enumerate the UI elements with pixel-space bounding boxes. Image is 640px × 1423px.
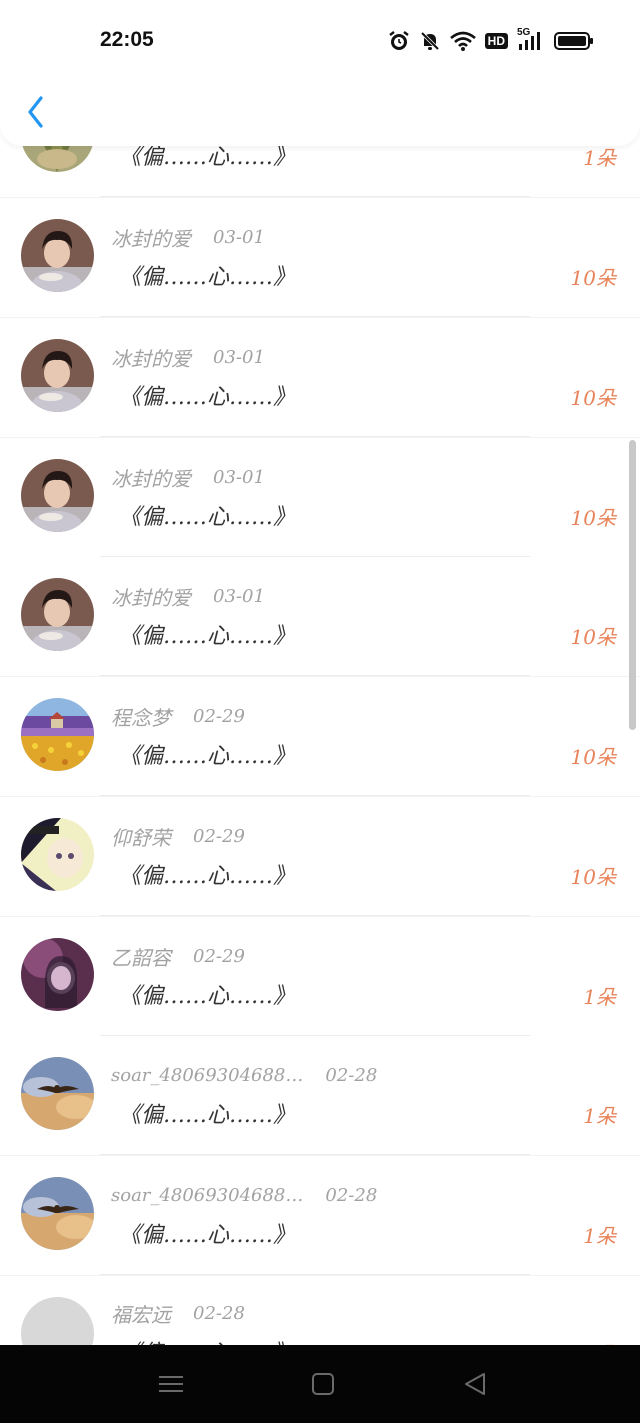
item-meta: 仰舒荣 02-29 — [111, 821, 245, 851]
sender-name: 仰舒荣 — [111, 825, 171, 850]
item-meta: 冰封的爱 03-01 — [111, 342, 265, 372]
divider — [100, 1274, 530, 1275]
gift-message: 《偏……心……》 — [119, 385, 296, 410]
list-item[interactable]: 乙韶容 02-29 《偏……心……》 1朵 — [0, 917, 640, 1036]
avatar[interactable] — [21, 818, 94, 891]
avatar[interactable] — [21, 578, 94, 651]
list-item[interactable]: 冰封的爱 03-01 《偏……心……》 10朵 — [0, 557, 640, 676]
gift-message: 《偏……心……》 — [119, 1335, 295, 1345]
gift-date: 02-29 — [193, 825, 245, 847]
gift-message: 《偏……心……》 — [119, 984, 296, 1009]
menu-button[interactable] — [156, 1369, 186, 1399]
sender-name: 福宏远 — [111, 1302, 171, 1327]
gift-date: 03-01 — [213, 346, 265, 368]
back-button[interactable] — [22, 94, 52, 130]
gift-message: 《偏……心……》 — [119, 505, 296, 530]
flower-count: 1朵 — [583, 985, 616, 1009]
gift-message: 《偏……心……》 — [119, 744, 296, 769]
back-triangle-icon — [465, 1373, 485, 1395]
gift-message: 《偏……心……》 — [119, 1103, 296, 1128]
list-item[interactable]: 冰封的爱 03-01 《偏……心……》 10朵 — [0, 198, 640, 317]
avatar[interactable] — [21, 698, 94, 771]
item-meta: 福宏远 02-28 — [111, 1298, 245, 1328]
sender-name: 冰封的爱 — [111, 226, 191, 251]
flower-gift-list[interactable]: 《偏……心……》 1朵 冰封的爱 03-01 《偏……心……》 10朵 冰封的爱… — [0, 0, 640, 1345]
alarm-icon — [388, 30, 410, 52]
gift-message: 《偏……心……》 — [119, 265, 296, 290]
divider — [100, 1154, 530, 1155]
flower-count: 10朵 — [570, 745, 616, 769]
system-back-button[interactable] — [460, 1369, 490, 1399]
flower-count: 10朵 — [570, 386, 616, 410]
divider — [100, 795, 530, 796]
divider — [100, 196, 530, 197]
avatar[interactable] — [21, 1057, 94, 1130]
list-item[interactable]: 冰封的爱 03-01 《偏……心……》 10朵 — [0, 318, 640, 437]
avatar[interactable] — [21, 1297, 94, 1345]
flower-count: 10朵 — [570, 865, 616, 889]
gift-date: 03-01 — [213, 466, 265, 488]
divider — [100, 316, 530, 317]
item-meta: 冰封的爱 03-01 — [111, 222, 265, 252]
flower-count: 10朵 — [570, 266, 616, 290]
sender-name: 乙韶容 — [111, 945, 171, 970]
sender-name: 冰封的爱 — [111, 346, 191, 371]
item-meta: soar_48069304688… 02-28 — [111, 1180, 377, 1210]
avatar[interactable] — [21, 1177, 94, 1250]
item-meta: 冰封的爱 03-01 — [111, 581, 265, 611]
flower-count: 1朵 — [583, 1104, 616, 1128]
flower-count: 1朵 — [583, 1338, 616, 1345]
divider — [100, 436, 530, 437]
list-item[interactable]: 冰封的爱 03-01 《偏……心……》 10朵 — [0, 438, 640, 557]
list-item[interactable]: soar_48069304688… 02-28 《偏……心……》 1朵 — [0, 1156, 640, 1275]
avatar[interactable] — [21, 938, 94, 1011]
flower-count: 10朵 — [570, 625, 616, 649]
gift-date: 02-28 — [325, 1184, 378, 1206]
avatar[interactable] — [21, 459, 94, 532]
gift-date: 02-28 — [193, 1302, 245, 1324]
item-meta: 冰封的爱 03-01 — [111, 462, 265, 492]
sender-name: soar_48069304688… — [111, 1184, 304, 1206]
app-header: 22:05 HD 5G — [0, 0, 640, 146]
gift-message: 《偏……心……》 — [119, 864, 296, 889]
gift-message: 《偏……心……》 — [119, 624, 296, 649]
mute-icon — [419, 30, 441, 52]
gift-date: 02-29 — [193, 705, 245, 727]
wifi-icon — [449, 31, 476, 51]
home-icon — [312, 1373, 334, 1395]
gift-date: 02-29 — [193, 945, 245, 967]
flower-count: 1朵 — [583, 1224, 616, 1248]
signal-5g-icon: 5G — [517, 27, 545, 52]
list-item[interactable]: 仰舒荣 02-29 《偏……心……》 10朵 — [0, 797, 640, 916]
gift-date: 02-28 — [325, 1064, 378, 1086]
list-item[interactable]: soar_48069304688… 02-28 《偏……心……》 1朵 — [0, 1036, 640, 1155]
home-button[interactable] — [308, 1369, 338, 1399]
sender-name: soar_48069304688… — [111, 1064, 304, 1086]
sender-name: 程念梦 — [111, 705, 171, 730]
system-nav-bar — [0, 1345, 640, 1423]
flower-count: 1朵 — [583, 146, 616, 170]
avatar[interactable] — [21, 219, 94, 292]
status-time: 22:05 — [100, 28, 154, 51]
divider — [100, 915, 530, 916]
list-item[interactable]: 福宏远 02-28 《偏……心……》 1朵 — [0, 1276, 640, 1345]
list-item[interactable]: 程念梦 02-29 《偏……心……》 10朵 — [0, 677, 640, 796]
menu-icon — [159, 1376, 183, 1392]
avatar[interactable] — [21, 339, 94, 412]
gift-date: 03-01 — [213, 226, 265, 248]
scrollbar[interactable] — [629, 440, 636, 730]
sender-name: 冰封的爱 — [111, 585, 191, 610]
gift-date: 03-01 — [213, 585, 265, 607]
sender-name: 冰封的爱 — [111, 466, 191, 491]
status-icons: HD 5G — [388, 27, 594, 54]
item-meta: 程念梦 02-29 — [111, 701, 245, 731]
flower-count: 10朵 — [570, 506, 616, 530]
item-meta: soar_48069304688… 02-28 — [111, 1060, 377, 1090]
chevron-left-icon — [28, 96, 43, 128]
battery-icon — [554, 31, 594, 51]
gift-message: 《偏……心……》 — [119, 1223, 296, 1248]
divider — [100, 675, 530, 676]
hd-icon: HD — [484, 33, 508, 49]
item-meta: 乙韶容 02-29 — [111, 941, 245, 971]
